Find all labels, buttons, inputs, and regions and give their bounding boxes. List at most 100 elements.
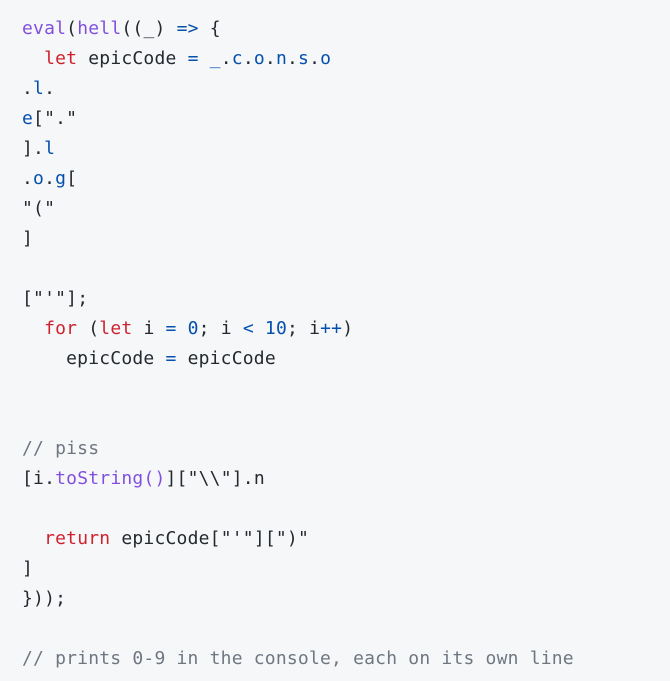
code-token-plain: . bbox=[264, 48, 276, 69]
code-token-plain: [ bbox=[22, 288, 34, 309]
code-token-plain: [ bbox=[22, 468, 34, 489]
code-token-string: "'" bbox=[33, 288, 67, 309]
code-line: e["." bbox=[22, 104, 670, 134]
code-token-string: "\\" bbox=[187, 468, 232, 489]
code-token-ident: _ bbox=[209, 48, 221, 69]
code-line: eval(hell((_) => { bbox=[22, 14, 670, 44]
code-token-op: ++ bbox=[320, 318, 343, 339]
code-token-func: hell bbox=[77, 18, 122, 39]
code-line: let epicCode = _.c.o.n.s.o bbox=[22, 44, 670, 74]
code-token-keyword: return bbox=[44, 528, 111, 549]
code-token-ident: o bbox=[253, 48, 265, 69]
code-token-plain: n bbox=[253, 468, 265, 489]
code-line: [i.toString()]["\\"].n bbox=[22, 464, 670, 494]
code-token-comment: // prints 0-9 in the console, each on it… bbox=[22, 648, 574, 669]
code-token-ident: c bbox=[231, 48, 243, 69]
code-token-plain: })); bbox=[22, 588, 67, 609]
code-token-op: = bbox=[187, 48, 199, 69]
code-token-op: = bbox=[165, 348, 177, 369]
code-line: ] bbox=[22, 554, 670, 584]
code-token-plain: i bbox=[33, 468, 45, 489]
code-line: // piss bbox=[22, 434, 670, 464]
code-token-ident: o bbox=[33, 168, 45, 189]
code-line: ] bbox=[22, 224, 670, 254]
code-token-plain: . bbox=[44, 78, 56, 99]
code-token-plain: ( bbox=[77, 318, 100, 339]
code-token-plain: [ bbox=[66, 168, 78, 189]
code-token-keyword: for bbox=[44, 318, 78, 339]
code-token-plain: . bbox=[44, 168, 56, 189]
code-token-plain: ]. bbox=[231, 468, 254, 489]
code-token-plain: . bbox=[22, 78, 34, 99]
code-line: })); bbox=[22, 584, 670, 614]
code-token-keyword: let bbox=[99, 318, 133, 339]
code-token-plain: (( bbox=[121, 18, 144, 39]
code-token-plain: epicCode bbox=[22, 348, 166, 369]
code-token-ident: g bbox=[55, 168, 67, 189]
code-token-string: ")" bbox=[275, 528, 310, 549]
code-token-ident: o bbox=[320, 48, 332, 69]
code-token-func: toString bbox=[55, 468, 144, 489]
code-token-plain: ; i bbox=[287, 318, 321, 339]
code-token-plain: { bbox=[198, 18, 221, 39]
code-token-plain: . bbox=[44, 468, 56, 489]
code-token-string: "'" bbox=[220, 528, 254, 549]
code-token-op: => bbox=[176, 18, 199, 39]
code-token-plain: ) bbox=[154, 18, 166, 39]
code-line: "(" bbox=[22, 194, 670, 224]
code-token-keyword: let bbox=[44, 48, 78, 69]
code-token-string: "(" bbox=[22, 198, 56, 219]
code-token-plain: ; i bbox=[198, 318, 243, 339]
code-token-plain: i bbox=[132, 318, 166, 339]
code-token-comment: // piss bbox=[22, 438, 100, 459]
code-token-plain: . bbox=[33, 138, 45, 159]
code-token-num: 0 bbox=[187, 318, 199, 339]
code-token-op: = bbox=[165, 318, 177, 339]
code-token-string: "." bbox=[44, 108, 78, 129]
code-token-func: eval bbox=[22, 18, 67, 39]
code-token-plain: ] bbox=[22, 138, 34, 159]
code-token-plain: . bbox=[287, 48, 299, 69]
code-line: for (let i = 0; i < 10; i++) bbox=[22, 314, 670, 344]
code-token-ident: l bbox=[33, 78, 45, 99]
code-line: // prints 0-9 in the console, each on it… bbox=[22, 644, 670, 674]
code-token-plain: ][ bbox=[165, 468, 188, 489]
code-token-plain: ][ bbox=[253, 528, 276, 549]
code-token-ident: e bbox=[22, 108, 34, 129]
code-token-plain: epicCode bbox=[77, 48, 188, 69]
code-token-plain: ) bbox=[342, 318, 354, 339]
code-token-plain: . bbox=[242, 48, 254, 69]
code-token-plain: [ bbox=[33, 108, 45, 129]
code-token-plain: _ bbox=[143, 18, 155, 39]
code-token-plain: ]; bbox=[66, 288, 89, 309]
code-token-plain: epicCode bbox=[176, 348, 276, 369]
code-token-ident: n bbox=[275, 48, 287, 69]
code-block[interactable]: eval(hell((_) => { let epicCode = _.c.o.… bbox=[0, 0, 670, 681]
code-token-plain: ] bbox=[22, 228, 34, 249]
code-line: .l. bbox=[22, 74, 670, 104]
code-token-plain: ] bbox=[22, 558, 34, 579]
code-line: ["'"]; bbox=[22, 284, 670, 314]
code-token-ident: s bbox=[298, 48, 310, 69]
code-line: .o.g[ bbox=[22, 164, 670, 194]
code-token-num: 10 bbox=[264, 318, 287, 339]
code-token-plain: . bbox=[22, 168, 34, 189]
code-token-plain: . bbox=[309, 48, 321, 69]
code-token-plain: epicCode[ bbox=[110, 528, 221, 549]
code-token-plain: ( bbox=[66, 18, 78, 39]
code-token-func: () bbox=[143, 468, 166, 489]
code-line: return epicCode["'"][")" bbox=[22, 524, 670, 554]
code-token-plain: . bbox=[220, 48, 232, 69]
